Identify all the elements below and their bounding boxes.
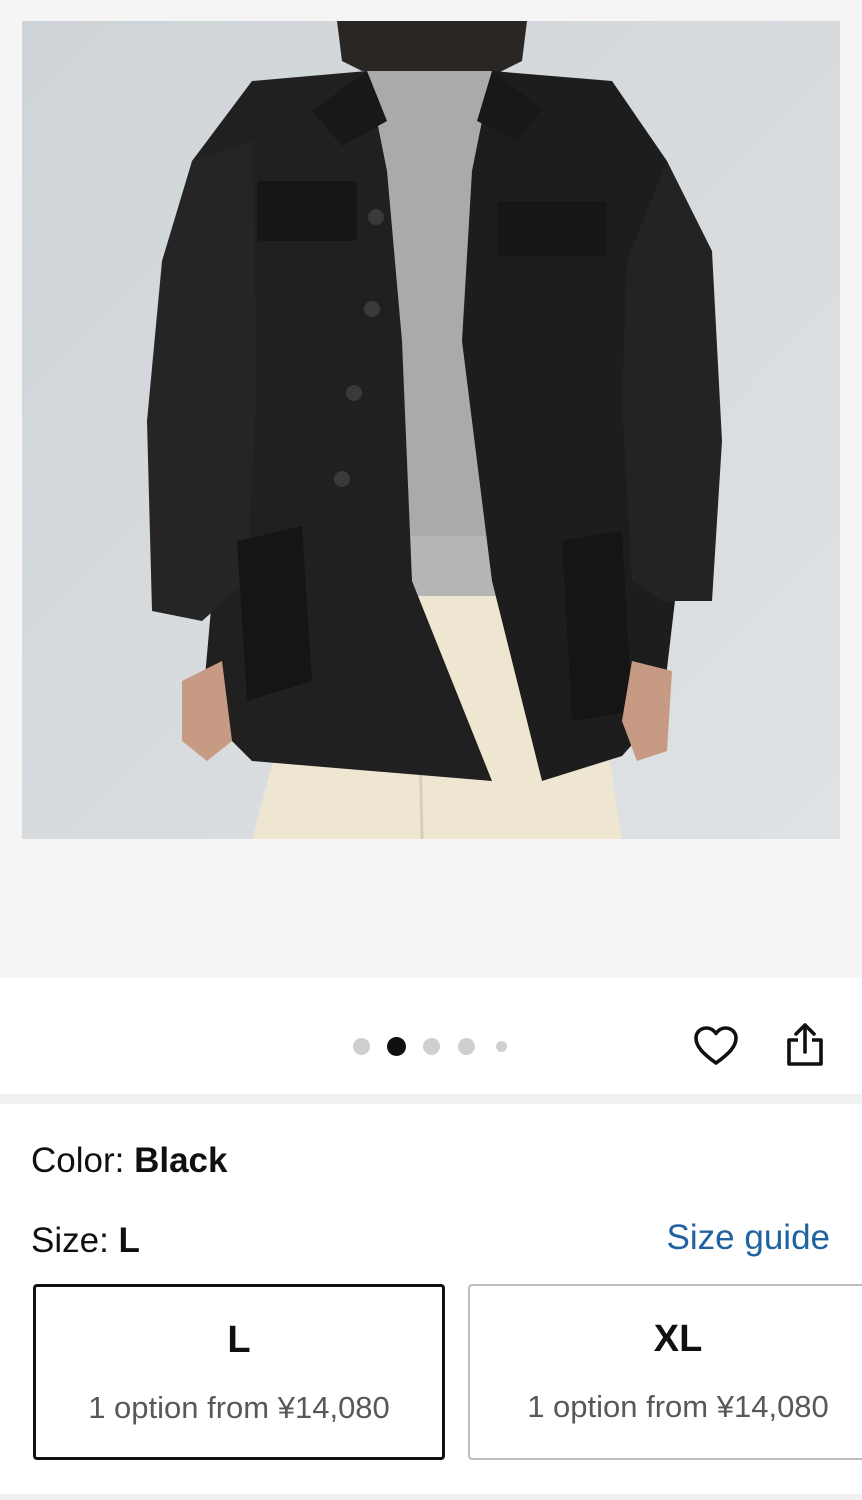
size-option-name: XL [653,1318,703,1360]
carousel-dot-active[interactable] [387,1037,406,1056]
product-photo-illustration [22,21,840,839]
section-divider [0,1094,862,1104]
size-option-name: L [227,1319,251,1361]
color-label: Color: [31,1141,135,1180]
share-icon[interactable] [781,1020,829,1068]
carousel-dot[interactable] [458,1038,475,1055]
size-option-l[interactable]: L 1 option from ¥14,080 [33,1284,445,1460]
section-divider [0,1494,862,1500]
color-row: Color: Black [31,1141,228,1181]
product-photo[interactable] [22,21,840,839]
product-image-gallery[interactable] [0,0,862,978]
carousel-dot[interactable] [496,1041,507,1052]
size-option-price: 1 option from ¥14,080 [527,1389,829,1424]
heart-icon[interactable] [692,1022,740,1070]
size-option-price: 1 option from ¥14,080 [88,1390,390,1425]
size-guide-link[interactable]: Size guide [667,1218,830,1258]
carousel-dot[interactable] [353,1038,370,1055]
gallery-controls [0,978,862,1094]
size-value: L [118,1221,140,1260]
size-option-xl[interactable]: XL 1 option from ¥14,080 [468,1284,862,1460]
size-row: Size: L [31,1221,140,1261]
size-label: Size: [31,1221,119,1260]
color-value: Black [134,1141,228,1180]
carousel-dot[interactable] [423,1038,440,1055]
